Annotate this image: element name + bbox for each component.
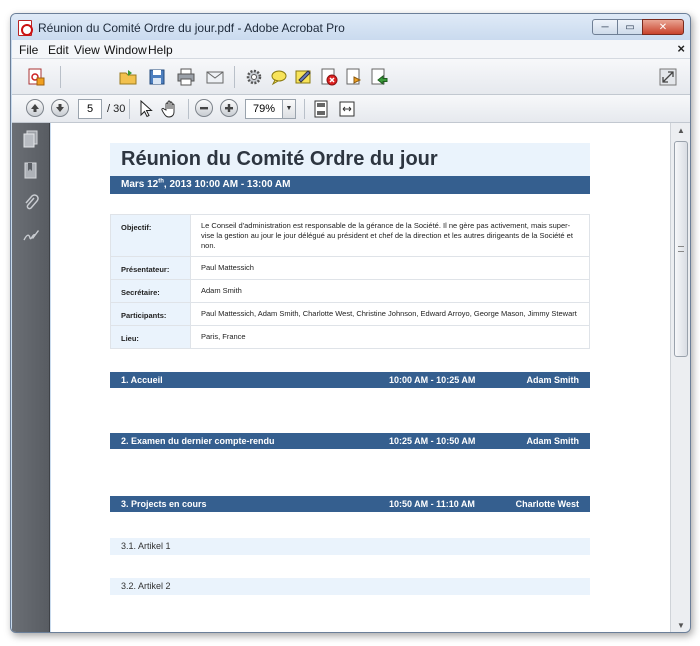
info-label: Objectif: <box>110 214 191 257</box>
info-label: Secrétaire: <box>110 279 191 303</box>
info-label: Participants: <box>110 302 191 326</box>
forms-icon[interactable] <box>345 68 363 86</box>
agenda-item-presenter: Adam Smith <box>526 375 579 385</box>
fit-width-icon[interactable] <box>338 100 356 118</box>
hand-icon[interactable] <box>161 100 179 118</box>
window-controls: ─ ▭ ✕ <box>592 19 684 35</box>
table-row: Objectif: Le Conseil d'administration es… <box>110 214 590 257</box>
agenda-subitem: 3.1. Artikel 1 <box>110 538 590 555</box>
toolbar-separator <box>304 99 305 119</box>
meeting-date: Mars 12 <box>121 179 159 190</box>
agenda-item-bar: 3. Projects en cours 10:50 AM - 11:10 AM… <box>110 496 590 512</box>
scroll-down-arrow-icon[interactable]: ▼ <box>671 618 690 632</box>
print-icon[interactable] <box>177 68 195 86</box>
close-document-button[interactable]: × <box>677 41 685 56</box>
agenda-item-presenter: Charlotte West <box>515 499 579 509</box>
info-value: Le Conseil d'administration est responsa… <box>190 214 590 257</box>
prev-page-icon[interactable] <box>26 99 44 117</box>
table-row: Présentateur: Paul Mattessich <box>110 256 590 280</box>
meeting-time: , 2013 10:00 AM - 13:00 AM <box>163 179 291 190</box>
toolbar-separator <box>234 66 235 88</box>
main-toolbar <box>12 59 690 95</box>
info-value: Paris, France <box>190 325 590 349</box>
agenda-item-bar: 2. Examen du dernier compte-rendu 10:25 … <box>110 433 590 449</box>
document-title-band: Réunion du Comité Ordre du jour <box>110 143 590 176</box>
agenda-item-time: 10:25 AM - 10:50 AM <box>389 436 476 446</box>
agenda-item-title: 2. Examen du dernier compte-rendu <box>121 436 275 446</box>
sign-icon[interactable] <box>295 68 313 86</box>
agenda-item-bar: 1. Accueil 10:00 AM - 10:25 AM Adam Smit… <box>110 372 590 388</box>
next-page-icon[interactable] <box>51 99 69 117</box>
toolbar-separator <box>129 99 130 119</box>
zoom-dropdown-chevron-down-icon[interactable]: ▼ <box>282 99 296 119</box>
select-arrow-icon[interactable] <box>136 100 154 118</box>
title-bar: Réunion du Comité Ordre du jour.pdf - Ad… <box>11 14 690 42</box>
agenda-item-title: 1. Accueil <box>121 375 163 385</box>
navigation-pane <box>12 123 50 632</box>
meeting-info-table: Objectif: Le Conseil d'administration es… <box>110 214 590 349</box>
zoom-level-input[interactable]: 79% <box>245 99 283 119</box>
info-label: Lieu: <box>110 325 191 349</box>
toolbar-separator <box>60 66 61 88</box>
save-icon[interactable] <box>148 68 166 86</box>
agenda-subitem: 3.2. Artikel 2 <box>110 578 590 595</box>
attachments-icon[interactable] <box>23 194 39 212</box>
window-title: Réunion du Comité Ordre du jour.pdf - Ad… <box>38 21 345 35</box>
open-folder-icon[interactable] <box>119 68 137 86</box>
scrollbar-thumb[interactable] <box>674 141 688 357</box>
vertical-scrollbar[interactable]: ▲ ▼ <box>670 123 690 632</box>
navigation-toolbar: 5 / 30 79% ▼ <box>12 95 690 123</box>
maximize-button[interactable]: ▭ <box>617 19 643 35</box>
zoom-out-icon[interactable] <box>195 99 213 117</box>
bookmarks-icon[interactable] <box>23 162 39 180</box>
table-row: Lieu: Paris, France <box>110 325 590 349</box>
acrobat-window: Réunion du Comité Ordre du jour.pdf - Ad… <box>10 13 691 633</box>
settings-icon[interactable] <box>245 68 263 86</box>
redact-icon[interactable] <box>320 68 338 86</box>
info-label: Présentateur: <box>110 256 191 280</box>
pages-icon[interactable] <box>23 130 39 148</box>
acrobat-pdf-icon <box>18 20 33 36</box>
document-title: Réunion du Comité Ordre du jour <box>121 148 438 170</box>
scroll-up-arrow-icon[interactable]: ▲ <box>671 123 690 139</box>
signatures-icon[interactable] <box>23 226 39 244</box>
info-value: Paul Mattessich <box>190 256 590 280</box>
zoom-in-icon[interactable] <box>220 99 238 117</box>
minimize-button[interactable]: ─ <box>592 19 618 35</box>
create-pdf-icon[interactable] <box>27 68 45 86</box>
menu-window[interactable]: Window <box>104 43 147 57</box>
menu-help[interactable]: Help <box>148 43 173 57</box>
menu-file[interactable]: File <box>19 43 38 57</box>
agenda-item-time: 10:00 AM - 10:25 AM <box>389 375 476 385</box>
menu-bar: File Edit View Window Help × <box>12 40 690 59</box>
menu-view[interactable]: View <box>74 43 100 57</box>
toolbar-separator <box>188 99 189 119</box>
agenda-item-presenter: Adam Smith <box>526 436 579 446</box>
page-total: / 30 <box>107 103 126 115</box>
info-value: Adam Smith <box>190 279 590 303</box>
comment-icon[interactable] <box>270 68 288 86</box>
info-value: Paul Mattessich, Adam Smith, Charlotte W… <box>190 302 590 326</box>
agenda-item-title: 3. Projects en cours <box>121 499 207 509</box>
export-icon[interactable] <box>370 68 388 86</box>
agenda-item-time: 10:50 AM - 11:10 AM <box>389 499 475 509</box>
fullscreen-icon[interactable] <box>659 68 677 86</box>
fit-page-icon[interactable] <box>312 100 330 118</box>
document-viewport: Réunion du Comité Ordre du jour Mars 12t… <box>51 123 670 632</box>
scrollbar-grip-icon <box>678 246 684 252</box>
page-number-input[interactable]: 5 <box>78 99 102 119</box>
close-button[interactable]: ✕ <box>642 19 684 35</box>
menu-edit[interactable]: Edit <box>48 43 69 57</box>
table-row: Secrétaire: Adam Smith <box>110 279 590 303</box>
email-icon[interactable] <box>206 68 224 86</box>
meeting-date-bar: Mars 12th, 2013 10:00 AM - 13:00 AM <box>110 176 590 194</box>
table-row: Participants: Paul Mattessich, Adam Smit… <box>110 302 590 326</box>
